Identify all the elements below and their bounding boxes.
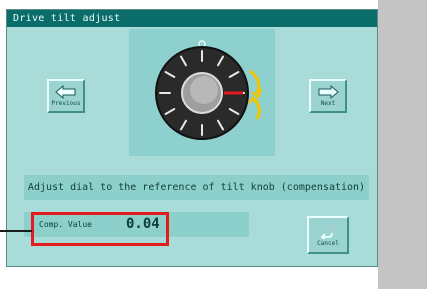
rotate-arrows-icon — [248, 69, 263, 120]
previous-label: Previous — [51, 100, 81, 107]
previous-button[interactable]: Previous — [47, 79, 85, 113]
instruction-message: Adjust dial to the reference of tilt kno… — [24, 175, 369, 200]
arrow-right-icon — [318, 85, 339, 99]
next-label: Next — [320, 100, 336, 107]
cancel-label: Cancel — [317, 240, 339, 247]
side-panel — [378, 0, 427, 289]
dial-panel — [129, 29, 275, 156]
next-button[interactable]: Next — [309, 79, 347, 113]
highlight-box — [31, 212, 169, 246]
callout-line — [0, 230, 32, 232]
undo-arrow-icon — [320, 225, 333, 239]
arrow-left-icon — [55, 85, 76, 99]
window-title: Drive tilt adjust — [7, 10, 377, 27]
cancel-button[interactable]: Cancel — [307, 216, 349, 254]
